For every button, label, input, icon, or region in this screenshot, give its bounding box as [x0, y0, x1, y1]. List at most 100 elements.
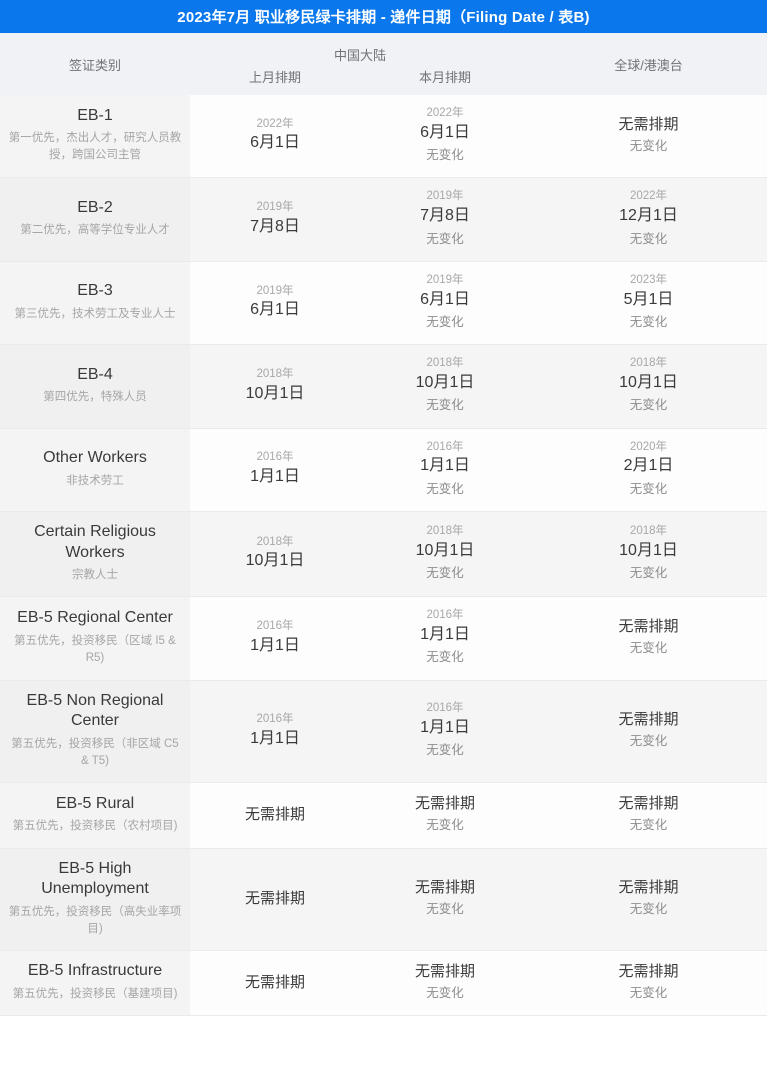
column-header-china-group: 中国大陆 上月排期 本月排期 [190, 33, 530, 95]
date-change-note: 无变化 [629, 734, 668, 749]
date-value: 1月1日 [250, 729, 300, 747]
row-category-name: EB-3 [77, 282, 113, 300]
row-category-name: EB-5 Regional Center [17, 609, 173, 627]
date-year: 2022年 [426, 107, 464, 119]
row-category-name: EB-1 [77, 106, 113, 124]
date-value: 10月1日 [619, 541, 678, 559]
date-value: 1月1日 [250, 636, 300, 654]
row-category-description: 第五优先，投资移民（区域 I5 & R5) [14, 634, 176, 664]
row-china-prev-cell: 2016年 1月1日 [190, 428, 360, 513]
row-china-curr-cell: 2016年 1月1日无变化 [360, 680, 530, 784]
row-category-description: 第一优先，杰出人才，研究人员教授，跨国公司主管 [8, 132, 182, 162]
row-global-cell: 无需排期 无变化 [530, 596, 767, 681]
column-header-global-label: 全球/港澳台 [614, 57, 683, 73]
column-header-category: 签证类别 [0, 33, 190, 95]
row-china-curr-cell: 2018年 10月1日 无变化 [360, 344, 530, 429]
table-row: EB-5 Rural 第五优先，投资移民（农村项目) 无需排期 无需排期 无变化 无需排期… [0, 782, 767, 849]
row-category-cell: EB-5 Rural 第五优先，投资移民（农村项目) [0, 782, 190, 849]
date-change-note: 无变化 [629, 314, 668, 329]
date-value: 10月1日 [415, 541, 475, 559]
bulletin-title-bar: 2023年7月 职业移民绿卡排期 - 递件日期（Filing Date / 表B… [0, 0, 767, 33]
date-value: 无需排期 [618, 795, 679, 813]
date-year: 2016年 [426, 702, 464, 715]
row-category-description: 第二优先，高等学位专业人才 [20, 224, 170, 237]
date-year: 2020年 [629, 440, 668, 453]
date-change-note: 无变化 [629, 641, 668, 656]
date-value: 6月1日 [250, 301, 300, 319]
date-value: 10月1日 [415, 373, 475, 391]
date-value: 无需排期 [244, 889, 305, 907]
date-value: 无需排期 [244, 805, 305, 823]
row-category-name: EB-5 Infrastructure [27, 962, 163, 980]
row-global-cell: 2018年 10月1日 无变化 [530, 344, 767, 429]
date-change-note: 无变化 [426, 986, 464, 1001]
date-year: 2016年 [256, 713, 294, 725]
date-change-note: 无变化 [426, 398, 464, 413]
row-category-description: 第五优先，投资移民（高失业率项目) [8, 905, 182, 935]
row-global-cell: 无需排期 无变化 [530, 848, 767, 952]
table-row: EB-4 第四优先，特殊人员 2018年 10月1日 2018年 10月1日 无变化 2018… [0, 344, 767, 429]
row-global-cell: 无需排期 无变化 [530, 680, 767, 784]
date-value: 1月1日 [420, 718, 470, 736]
row-china-prev-cell: 2016年 1月1日 [190, 680, 360, 784]
row-china-curr-cell: 无需排期 无变化 [360, 848, 530, 952]
table-body: EB-1 第一优先，杰出人才，研究人员教授，跨国公司主管 2022年 6月1日 2022… [0, 95, 767, 1017]
table-row: EB-5 High Unemployment 第五优先，投资移民（高失业率项目) 无… [0, 848, 767, 952]
row-global-cell: 2023年 5月1日 无变化 [530, 261, 767, 346]
row-china-curr-cell: 2022年 6月1日 无变化 [360, 95, 530, 179]
date-value: 7月8日 [420, 207, 470, 225]
date-change-note: 无变化 [629, 902, 668, 917]
row-china-curr-cell: 2019年 6月1日 无变化 [360, 261, 530, 346]
date-change-note: 无变化 [426, 902, 464, 917]
row-china-curr-cell: 2018年 10月1日无变化 [360, 511, 530, 598]
date-value: 无需排期 [618, 711, 679, 729]
date-value: 6月1日 [420, 290, 470, 308]
date-year: 2018年 [256, 535, 294, 548]
row-category-name: Certain Religious Workers [34, 523, 156, 561]
row-category-cell: EB-5 Non Regional Center 第五优先，投资移民（非区域 C5… [0, 680, 190, 784]
row-category-description: 宗教人士 [72, 569, 118, 582]
row-china-prev-cell: 2016年 1月1日 [190, 596, 360, 681]
date-change-note: 无变化 [426, 566, 464, 581]
row-category-cell: EB-3 第三优先，技术劳工及专业人士 [0, 261, 190, 346]
page-title: 2023年7月 职业移民绿卡排期 - 递件日期（Filing Date / 表B… [177, 9, 590, 26]
date-year: 2018年 [426, 525, 464, 538]
visa-bulletin-table: 签证类别 中国大陆 上月排期 本月排期 全球/港澳台 EB-1 第一优先，杰出人才… [0, 33, 767, 1017]
date-change-note: 无变化 [629, 231, 668, 246]
row-category-description: 非技术劳工 [66, 474, 124, 487]
row-category-name: EB-2 [77, 198, 113, 216]
column-header-global: 全球/港澳台 [530, 33, 767, 95]
date-value: 1月1日 [420, 626, 470, 644]
row-china-prev-cell: 2019年 7月8日 [190, 177, 360, 262]
table-row: EB-1 第一优先，杰出人才，研究人员教授，跨国公司主管 2022年 6月1日 2022… [0, 95, 767, 179]
date-value: 10月1日 [619, 373, 678, 391]
table-row: EB-5 Regional Center 第五优先，投资移民（区域 I5 & R5… [0, 596, 767, 681]
date-change-note: 无变化 [426, 743, 464, 758]
row-category-description: 第五优先，投资移民（农村项目) [12, 820, 178, 833]
row-global-cell: 无需排期 无变化 [530, 950, 767, 1017]
row-global-cell: 无需排期 无变化 [530, 782, 767, 849]
table-row: EB-5 Non Regional Center 第五优先，投资移民（非区域 C5… [0, 680, 767, 784]
visa-bulletin-widget: 2023年7月 职业移民绿卡排期 - 递件日期（Filing Date / 表B… [0, 0, 767, 1017]
table-row: EB-3 第三优先，技术劳工及专业人士 2019年 6月1日 2019年 6月1日 无变化 2… [0, 261, 767, 346]
column-header-china-subcolumns: 上月排期 本月排期 [190, 67, 530, 86]
date-change-note: 无变化 [629, 566, 668, 581]
date-year: 2016年 [256, 451, 294, 464]
date-year: 2023年 [629, 273, 668, 286]
table-header: 签证类别 中国大陆 上月排期 本月排期 全球/港澳台 [0, 33, 767, 95]
row-china-prev-cell: 无需排期 [190, 950, 360, 1017]
date-year: 2019年 [256, 201, 294, 214]
date-year: 2016年 [426, 440, 464, 453]
date-year: 2022年 [256, 117, 294, 130]
row-category-cell: Other Workers 非技术劳工 [0, 428, 190, 513]
date-value: 无需排期 [618, 116, 679, 134]
row-global-cell: 无需排期 无变化 [530, 95, 767, 179]
row-china-prev-cell: 无需排期 [190, 848, 360, 952]
date-value: 无需排期 [414, 963, 475, 981]
date-change-note: 无变化 [629, 986, 668, 1001]
date-value: 无需排期 [414, 795, 475, 813]
date-year: 2022年 [629, 190, 668, 203]
date-value: 6月1日 [250, 134, 300, 152]
table-row: Other Workers 非技术劳工 2016年 1月1日 2016年 1月1日 无变化 2… [0, 428, 767, 513]
date-change-note: 无变化 [426, 481, 464, 496]
